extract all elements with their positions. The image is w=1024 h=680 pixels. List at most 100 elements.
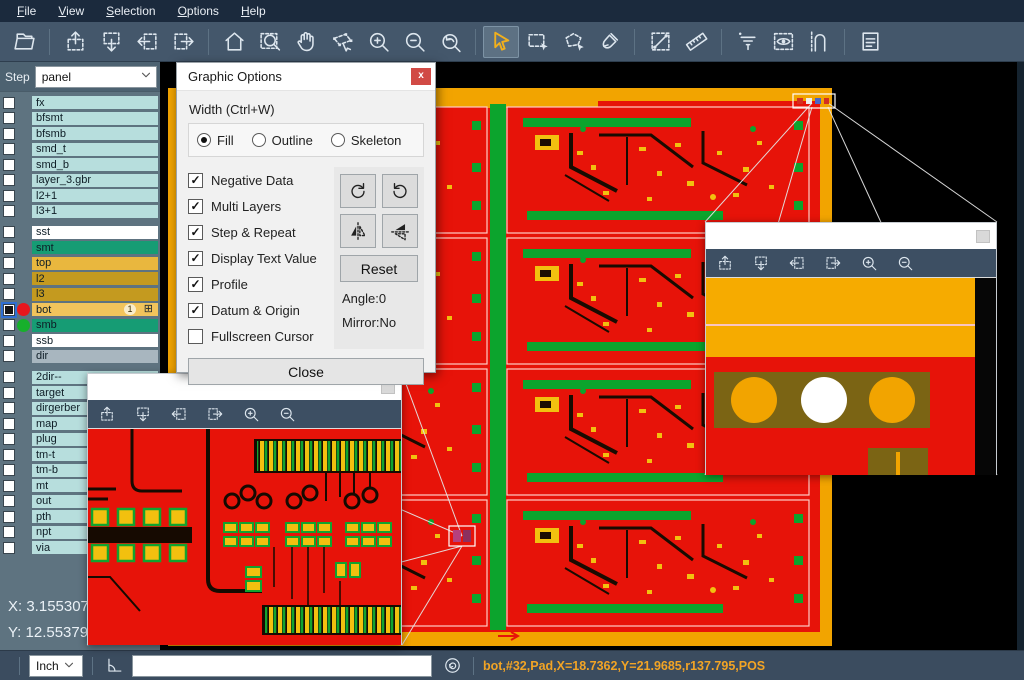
layer-visibility-checkbox[interactable] [3, 418, 15, 430]
layer-visibility-checkbox[interactable] [3, 402, 15, 414]
checkbox-box[interactable]: ✓ [188, 251, 203, 266]
checkbox-negative-data[interactable]: ✓Negative Data [188, 167, 332, 193]
mirror-horizontal-button[interactable] [340, 214, 376, 248]
layer-visibility-checkbox[interactable] [3, 511, 15, 523]
zoom-in-icon[interactable] [240, 403, 262, 425]
pan-right-icon[interactable] [165, 26, 201, 58]
layer-name[interactable]: smb [32, 319, 158, 332]
checkbox-step-repeat[interactable]: ✓Step & Repeat [188, 219, 332, 245]
checkbox-box[interactable]: ✓ [188, 225, 203, 240]
layer-row-fx[interactable]: fx [0, 96, 160, 109]
layer-name[interactable]: layer_3.gbr [32, 174, 158, 187]
checkbox-box[interactable]: ✓ [188, 199, 203, 214]
refresh-icon[interactable] [440, 654, 464, 678]
checkbox-profile[interactable]: ✓Profile [188, 271, 332, 297]
layer-visibility-checkbox[interactable] [3, 143, 15, 155]
brush-icon[interactable] [591, 26, 627, 58]
layer-visibility-checkbox[interactable] [3, 335, 15, 347]
unit-select[interactable]: Inch [29, 655, 83, 677]
layer-name[interactable]: ssb [32, 334, 158, 347]
report-icon[interactable] [852, 26, 888, 58]
layer-name[interactable]: smd_t [32, 143, 158, 156]
menu-help[interactable]: Help [230, 0, 277, 22]
reset-button[interactable]: Reset [340, 255, 418, 282]
checkbox-box[interactable] [188, 329, 203, 344]
layer-name[interactable]: bfsmb [32, 127, 158, 140]
zoom-window-icon[interactable] [252, 26, 288, 58]
magnifier-window-2[interactable] [705, 222, 997, 475]
layer-visibility-checkbox[interactable] [3, 190, 15, 202]
layer-row-l2+1[interactable]: l2+1 [0, 189, 160, 202]
layer-visibility-checkbox[interactable] [3, 205, 15, 217]
radio-outline[interactable]: Outline [252, 133, 313, 148]
layer-visibility-checkbox[interactable] [3, 226, 15, 238]
checkbox-multi-layers[interactable]: ✓Multi Layers [188, 193, 332, 219]
command-input[interactable] [132, 655, 432, 677]
layer-visibility-checkbox[interactable] [3, 242, 15, 254]
zoom-in-icon[interactable] [360, 26, 396, 58]
layer-visibility-checkbox[interactable] [3, 174, 15, 186]
rect-select-icon[interactable] [519, 26, 555, 58]
menu-view[interactable]: View [47, 0, 95, 22]
close-icon[interactable]: x [411, 68, 431, 85]
layer-visibility-checkbox[interactable] [3, 495, 15, 507]
layer-name[interactable]: l3 [32, 288, 158, 301]
checkbox-box[interactable]: ✓ [188, 173, 203, 188]
open-folder-icon[interactable] [6, 26, 42, 58]
layer-name[interactable]: l2 [32, 272, 158, 285]
zoom-selection-icon[interactable] [324, 26, 360, 58]
layer-name[interactable]: smd_b [32, 158, 158, 171]
zoom-previous-icon[interactable] [432, 26, 468, 58]
layer-name[interactable]: bot1⊞ [32, 303, 158, 316]
checkbox-box[interactable]: ✓ [188, 303, 203, 318]
dialog-titlebar[interactable]: Graphic Options x [177, 63, 435, 91]
mirror-vertical-button[interactable] [382, 214, 418, 248]
menu-file[interactable]: File [6, 0, 47, 22]
pan-up-icon[interactable] [714, 252, 736, 274]
layer-visibility-checkbox[interactable] [3, 542, 15, 554]
measure-diagonal-icon[interactable] [642, 26, 678, 58]
graphic-options-dialog[interactable]: Graphic Options x Width (Ctrl+W) FillOut… [176, 62, 436, 373]
rotate-cw-button[interactable] [340, 174, 376, 208]
layer-visibility-checkbox[interactable] [3, 257, 15, 269]
menu-options[interactable]: Options [167, 0, 230, 22]
polygon-select-icon[interactable] [555, 26, 591, 58]
checkbox-display-text-value[interactable]: ✓Display Text Value [188, 245, 332, 271]
layer-name[interactable]: l2+1 [32, 189, 158, 202]
layer-row-bfsmt[interactable]: bfsmt [0, 112, 160, 125]
layer-name[interactable]: fx [32, 96, 158, 109]
home-icon[interactable] [216, 26, 252, 58]
layer-row-smd_t[interactable]: smd_t [0, 143, 160, 156]
layer-visibility-checkbox[interactable] [3, 273, 15, 285]
layer-row-smb[interactable]: smb [0, 319, 160, 332]
layer-visibility-checkbox[interactable] [3, 288, 15, 300]
layer-visibility-checkbox[interactable] [3, 526, 15, 538]
zoom-in-icon[interactable] [858, 252, 880, 274]
layer-visibility-checkbox[interactable] [3, 159, 15, 171]
layer-row-smd_b[interactable]: smd_b [0, 158, 160, 171]
checkbox-box[interactable]: ✓ [188, 277, 203, 292]
layer-name[interactable]: bfsmt [32, 112, 158, 125]
angle-measure-icon[interactable] [102, 654, 126, 678]
layer-visibility-checkbox[interactable] [3, 112, 15, 124]
layer-row-bot[interactable]: bot1⊞ [0, 303, 160, 316]
layer-name[interactable]: dir [32, 350, 158, 363]
close-button[interactable]: Close [188, 358, 424, 385]
pan-left-icon[interactable] [168, 403, 190, 425]
ruler-icon[interactable] [678, 26, 714, 58]
highlight-eye-icon[interactable] [765, 26, 801, 58]
layer-name[interactable]: top [32, 257, 158, 270]
pan-down-icon[interactable] [132, 403, 154, 425]
menu-selection[interactable]: Selection [95, 0, 166, 22]
layer-row-l2[interactable]: l2 [0, 272, 160, 285]
magnifier1-content[interactable] [88, 428, 401, 645]
magnifier2-titlebar[interactable] [706, 223, 996, 249]
layer-visibility-checkbox[interactable] [3, 480, 15, 492]
pan-up-icon[interactable] [57, 26, 93, 58]
grid-icon[interactable]: ⊞ [144, 304, 153, 315]
layer-row-top[interactable]: top [0, 257, 160, 270]
select-cursor-icon[interactable] [483, 26, 519, 58]
pan-down-icon[interactable] [93, 26, 129, 58]
layer-visibility-checkbox[interactable] [3, 304, 15, 316]
layer-row-layer_3.gbr[interactable]: layer_3.gbr [0, 174, 160, 187]
